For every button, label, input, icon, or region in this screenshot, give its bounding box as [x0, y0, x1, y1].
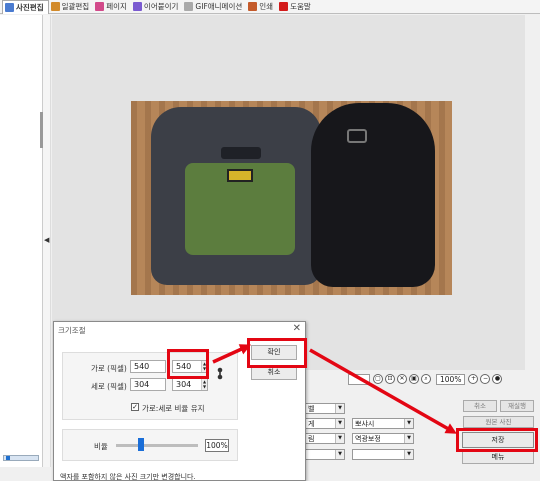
option-select-4[interactable]: 림 ▼ — [305, 433, 345, 444]
original-height-field: 304 — [130, 378, 166, 391]
ratio-label: 비율 — [94, 442, 108, 451]
option-select-5[interactable]: 역광보정 ▼ — [352, 433, 414, 444]
fit-icon[interactable]: ⊡ — [385, 374, 395, 384]
original-photo-button[interactable]: 원본 사진 — [463, 416, 534, 428]
tab-label: 도움말 — [290, 2, 311, 11]
option-select-7[interactable]: ▼ — [352, 449, 414, 460]
save-button[interactable]: 저장 — [462, 432, 534, 448]
ratio-percent-input[interactable]: 100% — [205, 439, 229, 452]
black-backpack-image — [311, 103, 435, 287]
tab-merge[interactable]: 이어붙이기 — [131, 0, 183, 13]
tab-gif[interactable]: GIF애니메이션 — [182, 0, 246, 13]
option-select-3[interactable]: 뽀샤시 ▼ — [352, 418, 414, 429]
merge-icon — [132, 2, 142, 11]
page-icon — [95, 2, 105, 11]
actual-size-icon[interactable]: ▣ — [409, 374, 419, 384]
tab-batch-edit[interactable]: 일괄편집 — [49, 0, 94, 13]
option-select-1[interactable]: 벨 ▼ — [305, 403, 345, 414]
option-select-3-value: 뽀샤시 — [355, 420, 375, 428]
tab-label: 인쇄 — [259, 2, 274, 11]
chevron-down-icon: ▼ — [335, 434, 344, 443]
width-spinner-icon[interactable]: ▲ ▼ — [201, 361, 207, 372]
toolbar-field[interactable] — [348, 373, 370, 385]
zoom-out-icon[interactable]: − — [480, 374, 491, 384]
tab-help[interactable]: 도움말 — [277, 0, 315, 13]
zoom-toolbar: ▢ ⊡ ✕ ▣ ⌕ 100% + − ● — [348, 373, 504, 385]
crop-icon[interactable]: ▢ — [373, 374, 383, 384]
batch-edit-icon — [50, 2, 60, 11]
option-select-4-value: 림 — [308, 435, 315, 443]
tab-label: 사진편집 — [16, 2, 44, 12]
chevron-down-icon: ▼ — [335, 404, 344, 413]
ratio-slider-track[interactable] — [116, 444, 198, 447]
photo-preview — [131, 101, 452, 295]
new-width-value: 540 — [176, 362, 192, 371]
chevron-down-icon: ▼ — [335, 419, 344, 428]
new-height-input[interactable]: 304 ▲ ▼ — [172, 378, 208, 391]
new-height-value: 304 — [176, 380, 192, 389]
gif-icon — [184, 2, 194, 11]
width-label: 가로 (픽셀) — [91, 364, 127, 373]
left-panel — [0, 15, 43, 467]
help-icon — [279, 2, 289, 11]
tab-page[interactable]: 페이지 — [93, 0, 131, 13]
link-lock-icon[interactable] — [217, 367, 223, 380]
ratio-slider-thumb[interactable] — [137, 438, 144, 451]
keep-ratio-checkbox[interactable]: ✓ — [131, 403, 139, 411]
zoom-search-icon[interactable]: ⌕ — [421, 374, 431, 384]
dialog-title: 크기조절 — [58, 326, 86, 335]
new-width-input[interactable]: 540 ▲ ▼ — [172, 360, 208, 373]
close-icon[interactable]: ✕ — [293, 323, 301, 334]
height-spinner-icon[interactable]: ▲ ▼ — [201, 379, 207, 390]
zoom-in-icon[interactable]: + — [468, 374, 479, 384]
left-slider[interactable] — [3, 455, 39, 461]
chevron-down-icon: ▼ — [404, 434, 413, 443]
height-label: 세로 (픽셀) — [91, 382, 127, 391]
chevron-down-icon: ▼ — [335, 450, 344, 459]
dialog-hint-text: 액자를 포함하지 않은 사진 크기만 변경합니다. — [60, 473, 196, 481]
expand-icon[interactable]: ✕ — [397, 374, 407, 384]
tab-bar: 사진편집 일괄편집 페이지 이어붙이기 GIF애니메이션 인쇄 도움말 — [0, 0, 540, 14]
undo-cancel-button[interactable]: 취소 — [463, 400, 497, 412]
zoom-value[interactable]: 100% — [436, 373, 466, 385]
keep-ratio-label: 가로:세로 비율 유지 — [142, 404, 205, 413]
menu-button[interactable]: 메뉴 — [462, 451, 534, 464]
photo-edit-icon — [5, 2, 14, 12]
option-select-5-value: 역광보정 — [355, 435, 381, 443]
image-canvas[interactable] — [52, 15, 525, 370]
print-icon — [248, 2, 258, 11]
check-icon: ✓ — [132, 403, 138, 411]
option-select-6[interactable]: ▼ — [305, 449, 345, 460]
option-select-1-value: 벨 — [308, 405, 315, 413]
option-select-2[interactable]: 게 ▼ — [305, 418, 345, 429]
zoom-reset-icon[interactable]: ● — [492, 374, 503, 384]
option-select-2-value: 게 — [308, 420, 315, 428]
cancel-button[interactable]: 취소 — [251, 365, 297, 380]
chevron-down-icon: ▼ — [404, 419, 413, 428]
tab-label: 일괄편집 — [61, 2, 90, 11]
collapse-arrow-icon[interactable]: ◀ — [44, 236, 49, 244]
tab-print[interactable]: 인쇄 — [246, 0, 277, 13]
tab-label: GIF애니메이션 — [195, 2, 243, 11]
tab-photo-edit[interactable]: 사진편집 — [2, 0, 49, 14]
tab-label: 이어붙이기 — [143, 2, 179, 11]
redo-button[interactable]: 재실행 — [500, 400, 534, 412]
chevron-down-icon: ▼ — [404, 450, 413, 459]
left-slider-thumb[interactable] — [6, 456, 10, 460]
ok-button[interactable]: 확인 — [251, 345, 297, 360]
tab-label: 페이지 — [106, 2, 127, 11]
resize-dialog: 크기조절 ✕ 가로 (픽셀) 540 540 ▲ ▼ 세로 (픽셀) 304 304… — [53, 321, 306, 481]
original-width-field: 540 — [130, 360, 166, 373]
green-backpack-image — [151, 107, 321, 285]
